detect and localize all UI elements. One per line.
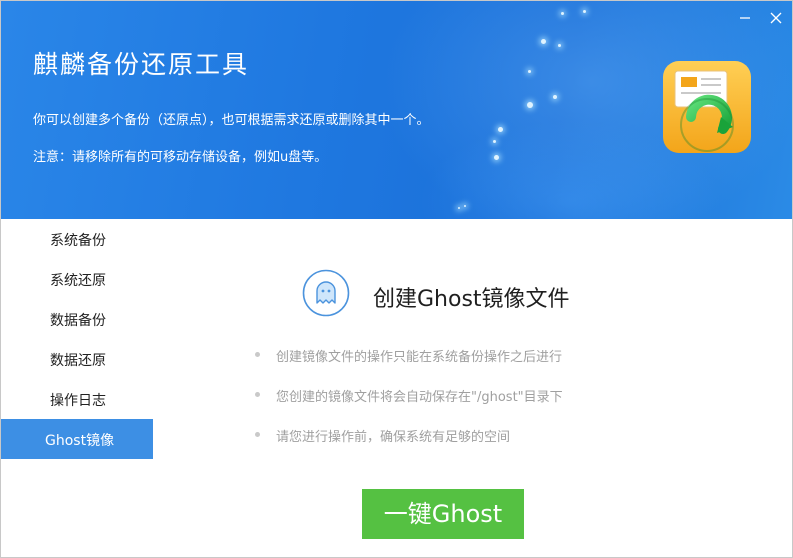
sidebar-item-label: 操作日志 <box>50 393 106 409</box>
sidebar-item-ghost-image[interactable]: Ghost镜像 <box>1 419 153 459</box>
sidebar-nav: 系统备份 系统还原 数据备份 数据还原 操作日志 Ghost镜像 <box>1 219 153 557</box>
sparkle-dot <box>527 102 533 108</box>
sparkle-dot <box>558 44 561 47</box>
sidebar-item-system-restore[interactable]: 系统还原 <box>1 259 153 299</box>
close-button[interactable] <box>767 9 785 27</box>
app-title: 麒麟备份还原工具 <box>33 50 250 79</box>
sparkle-dot <box>561 12 564 15</box>
bullet-dot <box>255 392 260 397</box>
sparkle-dot <box>493 140 496 143</box>
sparkle-dot <box>553 95 557 99</box>
sidebar-item-label: 系统备份 <box>50 233 106 249</box>
sidebar-item-data-backup[interactable]: 数据备份 <box>1 299 153 339</box>
header-banner: 麒麟备份还原工具 你可以创建多个备份（还原点），也可根据需求还原或删除其中一个。… <box>1 1 792 219</box>
sparkle-dot <box>458 207 460 209</box>
removable-device-notice: 注意：请移除所有的可移动存储设备，例如u盘等。 <box>33 150 328 165</box>
sparkle-dot <box>541 39 546 44</box>
sidebar-item-label: 数据还原 <box>50 353 106 369</box>
bullet-dot <box>255 432 260 437</box>
page-title: 创建Ghost镜像文件 <box>373 287 570 312</box>
one-click-ghost-button[interactable]: 一键Ghost <box>362 489 524 539</box>
sidebar-item-system-backup[interactable]: 系统备份 <box>1 219 153 259</box>
tip-text: 创建镜像文件的操作只能在系统备份操作之后进行 <box>276 350 563 365</box>
tip-text: 请您进行操作前，确保系统有足够的空间 <box>276 430 511 445</box>
sidebar-item-data-restore[interactable]: 数据还原 <box>1 339 153 379</box>
minimize-icon <box>740 17 750 19</box>
one-click-ghost-label: 一键Ghost <box>383 500 503 528</box>
app-window: 麒麟备份还原工具 你可以创建多个备份（还原点），也可根据需求还原或删除其中一个。… <box>0 0 793 558</box>
sidebar-item-label: 系统还原 <box>50 273 106 289</box>
tip-text: 您创建的镜像文件将会自动保存在"/ghost"目录下 <box>276 390 563 405</box>
ghost-icon <box>302 269 350 317</box>
sidebar-item-label: 数据备份 <box>50 313 106 329</box>
minimize-button[interactable] <box>737 9 755 27</box>
sparkle-dot <box>494 155 499 160</box>
sidebar-item-label: Ghost镜像 <box>45 433 115 449</box>
app-description: 你可以创建多个备份（还原点），也可根据需求还原或删除其中一个。 <box>33 113 430 128</box>
sparkle-dot <box>583 10 586 13</box>
sparkle-dot <box>528 70 531 73</box>
backup-restore-logo-icon <box>661 57 753 157</box>
sidebar-item-operation-log[interactable]: 操作日志 <box>1 379 153 419</box>
bullet-dot <box>255 352 260 357</box>
sparkle-dot <box>498 127 503 132</box>
close-icon <box>770 12 782 24</box>
sparkle-dot <box>464 205 466 207</box>
